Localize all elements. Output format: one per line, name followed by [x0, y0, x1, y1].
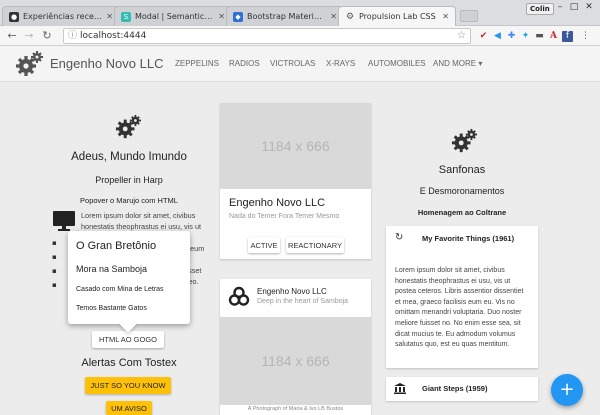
list-bullet-icon: ▪ [52, 253, 57, 261]
extension-icon[interactable]: ◀ [492, 31, 503, 42]
site-navbar: Engenho Novo LLC ZEPPELINS RADIOS VICTRO… [0, 46, 600, 82]
section-subtitle: Propeller in Harp [95, 175, 163, 185]
list-bullet-icon: ▪ [52, 281, 57, 289]
list-bullet-icon: ▪ [52, 239, 57, 247]
bootstrap-icon: ◆ [233, 11, 243, 22]
new-tab-button[interactable] [460, 10, 478, 22]
browser-tab[interactable]: S Modal | Semantic UI ✕ [114, 6, 232, 26]
browser-tab[interactable]: ● Experiências recentes ✕ [2, 6, 120, 26]
gears-icon [115, 114, 141, 139]
refresh-icon: ↻ [395, 232, 404, 243]
um-aviso-button[interactable]: UM AVISO [106, 401, 152, 415]
browser-tab-bar: ● Experiências recentes ✕ S Modal | Sema… [0, 0, 600, 26]
close-icon[interactable]: ✕ [442, 12, 449, 21]
semantic-ui-icon: S [121, 11, 131, 22]
nav-link-radios[interactable]: RADIOS [229, 59, 260, 68]
profile-button[interactable]: Colin [526, 3, 554, 15]
section-title: Adeus, Mundo Imundo [71, 151, 187, 163]
nav-link-xrays[interactable]: X-RAYS [326, 59, 355, 68]
url-input[interactable]: ⓘ localhost:4444 ☆ [63, 28, 471, 44]
close-icon[interactable]: ✕ [106, 12, 113, 21]
list-icons: ▪ ▪ ▪ ▪ [52, 236, 62, 296]
monitor-icon [53, 211, 75, 231]
browser-tab-active[interactable]: ⚙ Propulsion Lab CSS ✕ [338, 6, 456, 26]
gears-logo-icon[interactable] [14, 50, 44, 78]
html-popover-button[interactable]: HTML AO GOGO [92, 331, 164, 348]
image-placeholder: 1184 x 666 [220, 317, 371, 405]
nav-link-zeppelins[interactable]: ZEPPELINS [175, 59, 219, 68]
brand-name[interactable]: Engenho Novo LLC [50, 56, 163, 71]
list-card-text: Lorem ipsum dolor sit amet, civibus hone… [395, 267, 524, 349]
list-card-title[interactable]: My Favorite Things (1961) [422, 234, 514, 243]
gear-icon: ⚙ [345, 11, 355, 22]
info-icon[interactable]: ⓘ [68, 29, 77, 43]
popover-item[interactable]: Mora na Samboja [76, 264, 147, 274]
popover-heading: Popover o Marujo com HTML [80, 196, 178, 205]
nav-link-automobiles[interactable]: AUTOMOBILES [368, 59, 426, 68]
popover-arrow [119, 315, 137, 333]
bookmark-star-icon[interactable]: ☆ [457, 29, 466, 43]
just-so-you-know-button[interactable]: JUST SO YOU KNOW [85, 377, 171, 394]
list-card-title: Giant Steps (1959) [422, 384, 488, 393]
extension-icon[interactable]: ▬ [534, 31, 545, 42]
add-fab-button[interactable]: + [551, 374, 583, 406]
active-button[interactable]: ACTIVE [248, 237, 280, 253]
popover-menu: O Gran Bretônio Mora na Samboja Casado c… [68, 231, 190, 333]
close-icon[interactable]: ✕ [218, 12, 225, 21]
close-window-icon[interactable]: ✕ [581, 2, 597, 12]
extension-icon[interactable]: ✚ [506, 31, 517, 42]
alerts-title: Alertas Com Tostex [81, 357, 177, 369]
github-icon: ● [9, 11, 19, 22]
menu-icon[interactable]: ⋮ [580, 31, 591, 42]
reload-icon[interactable]: ↻ [40, 29, 54, 43]
image-placeholder: 1184 x 666 [220, 103, 371, 189]
card-subtitle: Deep in the heart of Samboja [257, 298, 349, 305]
pocket-icon[interactable]: ✔ [478, 31, 489, 42]
section-subtitle: E Desmoronamentos [419, 186, 505, 196]
list-card-favorite-things: ↻ My Favorite Things (1961) Lorem ipsum … [386, 226, 538, 368]
reactionary-button[interactable]: REACTIONARY [286, 237, 344, 253]
gears-icon [451, 128, 477, 153]
biohazard-icon [228, 286, 250, 306]
card-engenho: 1184 x 666 Engenho Novo LLC Nada do Teme… [220, 103, 371, 259]
twitter-icon[interactable]: ✦ [520, 31, 531, 42]
facebook-icon[interactable]: f [562, 31, 573, 42]
image-caption: A Photograph of Maria & Ivo LB Bustos [247, 406, 344, 412]
forward-icon[interactable]: → [22, 29, 36, 43]
list-bullet-icon: ▪ [52, 267, 57, 275]
bank-icon [394, 383, 406, 394]
maximize-icon[interactable]: □ [566, 2, 582, 12]
card-title: Engenho Novo LLC [229, 197, 326, 209]
card-title: Engenho Novo LLC [257, 287, 327, 296]
nav-dropdown-more[interactable]: AND MORE ▾ [433, 59, 482, 68]
close-icon[interactable]: ✕ [330, 12, 337, 21]
popover-item[interactable]: Temos Bastante Gatos [76, 305, 147, 312]
browser-tab[interactable]: ◆ Bootstrap Material Ep ✕ [226, 6, 344, 26]
card-subtitle: Nada do Temer Fora Temer Mesmo [229, 213, 340, 220]
extension-icon[interactable]: A [548, 31, 559, 42]
card-samboja: Engenho Novo LLC Deep in the heart of Sa… [220, 279, 371, 415]
list-card-giant-steps[interactable]: Giant Steps (1959) [386, 377, 538, 401]
section-tagline: Homenagem ao Coltrane [417, 208, 507, 217]
back-icon[interactable]: ← [5, 29, 19, 43]
popover-item[interactable]: Casado com Mina de Letras [76, 286, 164, 293]
popover-item[interactable]: O Gran Bretônio [76, 240, 156, 252]
section-title: Sanfonas [438, 164, 486, 176]
nav-link-victrolas[interactable]: VICTROLAS [270, 59, 315, 68]
address-toolbar: ← → ↻ ⓘ localhost:4444 ☆ ✔ ◀ ✚ ✦ ▬ A f ⋮ [0, 26, 600, 46]
